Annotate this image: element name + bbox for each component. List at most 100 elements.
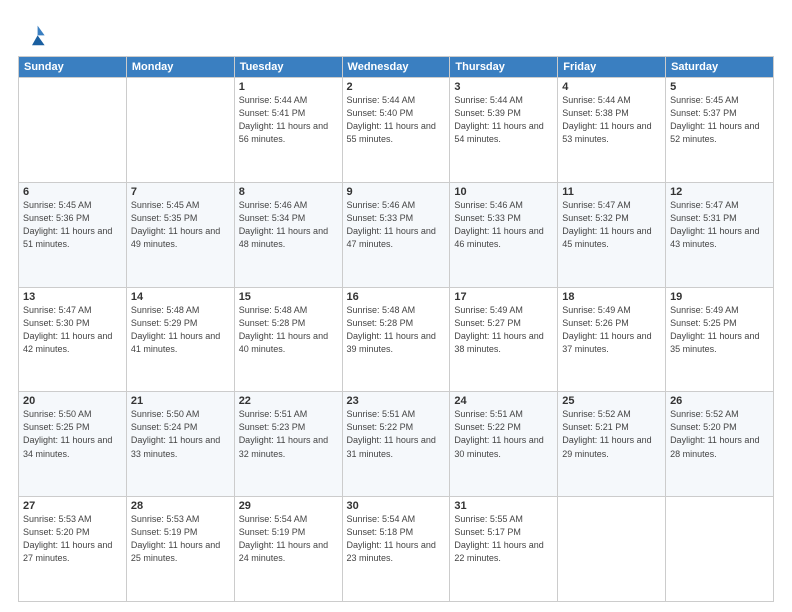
- day-info: Sunrise: 5:51 AM Sunset: 5:23 PM Dayligh…: [239, 408, 338, 460]
- logo-icon: [18, 20, 46, 48]
- day-info: Sunrise: 5:46 AM Sunset: 5:33 PM Dayligh…: [454, 199, 553, 251]
- day-info: Sunrise: 5:47 AM Sunset: 5:32 PM Dayligh…: [562, 199, 661, 251]
- day-info: Sunrise: 5:49 AM Sunset: 5:25 PM Dayligh…: [670, 304, 769, 356]
- calendar-cell: 16Sunrise: 5:48 AM Sunset: 5:28 PM Dayli…: [342, 287, 450, 392]
- calendar-cell: 10Sunrise: 5:46 AM Sunset: 5:33 PM Dayli…: [450, 182, 558, 287]
- page: SundayMondayTuesdayWednesdayThursdayFrid…: [0, 0, 792, 612]
- calendar-cell: 17Sunrise: 5:49 AM Sunset: 5:27 PM Dayli…: [450, 287, 558, 392]
- calendar-cell: [126, 78, 234, 183]
- calendar-cell: 11Sunrise: 5:47 AM Sunset: 5:32 PM Dayli…: [558, 182, 666, 287]
- calendar-week-1: 6Sunrise: 5:45 AM Sunset: 5:36 PM Daylig…: [19, 182, 774, 287]
- day-number: 5: [670, 81, 769, 93]
- day-number: 19: [670, 291, 769, 303]
- calendar-cell: 4Sunrise: 5:44 AM Sunset: 5:38 PM Daylig…: [558, 78, 666, 183]
- calendar-cell: 23Sunrise: 5:51 AM Sunset: 5:22 PM Dayli…: [342, 392, 450, 497]
- calendar-week-2: 13Sunrise: 5:47 AM Sunset: 5:30 PM Dayli…: [19, 287, 774, 392]
- day-header-monday: Monday: [126, 57, 234, 78]
- day-number: 9: [347, 186, 446, 198]
- day-info: Sunrise: 5:44 AM Sunset: 5:40 PM Dayligh…: [347, 94, 446, 146]
- day-info: Sunrise: 5:53 AM Sunset: 5:20 PM Dayligh…: [23, 513, 122, 565]
- header-row: SundayMondayTuesdayWednesdayThursdayFrid…: [19, 57, 774, 78]
- day-number: 29: [239, 500, 338, 512]
- calendar-cell: 22Sunrise: 5:51 AM Sunset: 5:23 PM Dayli…: [234, 392, 342, 497]
- calendar-cell: 12Sunrise: 5:47 AM Sunset: 5:31 PM Dayli…: [666, 182, 774, 287]
- day-number: 3: [454, 81, 553, 93]
- calendar-cell: 9Sunrise: 5:46 AM Sunset: 5:33 PM Daylig…: [342, 182, 450, 287]
- calendar-header: SundayMondayTuesdayWednesdayThursdayFrid…: [19, 57, 774, 78]
- day-number: 16: [347, 291, 446, 303]
- day-header-saturday: Saturday: [666, 57, 774, 78]
- day-info: Sunrise: 5:48 AM Sunset: 5:28 PM Dayligh…: [239, 304, 338, 356]
- calendar-cell: 29Sunrise: 5:54 AM Sunset: 5:19 PM Dayli…: [234, 497, 342, 602]
- day-info: Sunrise: 5:47 AM Sunset: 5:30 PM Dayligh…: [23, 304, 122, 356]
- day-number: 28: [131, 500, 230, 512]
- calendar-cell: 24Sunrise: 5:51 AM Sunset: 5:22 PM Dayli…: [450, 392, 558, 497]
- calendar-cell: 27Sunrise: 5:53 AM Sunset: 5:20 PM Dayli…: [19, 497, 127, 602]
- day-number: 27: [23, 500, 122, 512]
- day-info: Sunrise: 5:51 AM Sunset: 5:22 PM Dayligh…: [347, 408, 446, 460]
- day-number: 31: [454, 500, 553, 512]
- day-info: Sunrise: 5:50 AM Sunset: 5:24 PM Dayligh…: [131, 408, 230, 460]
- calendar-cell: 31Sunrise: 5:55 AM Sunset: 5:17 PM Dayli…: [450, 497, 558, 602]
- calendar-table: SundayMondayTuesdayWednesdayThursdayFrid…: [18, 56, 774, 602]
- day-info: Sunrise: 5:54 AM Sunset: 5:18 PM Dayligh…: [347, 513, 446, 565]
- calendar-cell: 15Sunrise: 5:48 AM Sunset: 5:28 PM Dayli…: [234, 287, 342, 392]
- day-info: Sunrise: 5:47 AM Sunset: 5:31 PM Dayligh…: [670, 199, 769, 251]
- day-info: Sunrise: 5:52 AM Sunset: 5:21 PM Dayligh…: [562, 408, 661, 460]
- calendar-cell: [666, 497, 774, 602]
- day-number: 25: [562, 395, 661, 407]
- day-number: 23: [347, 395, 446, 407]
- day-info: Sunrise: 5:44 AM Sunset: 5:38 PM Dayligh…: [562, 94, 661, 146]
- day-number: 26: [670, 395, 769, 407]
- logo: [18, 20, 50, 48]
- calendar-week-3: 20Sunrise: 5:50 AM Sunset: 5:25 PM Dayli…: [19, 392, 774, 497]
- day-info: Sunrise: 5:53 AM Sunset: 5:19 PM Dayligh…: [131, 513, 230, 565]
- day-info: Sunrise: 5:49 AM Sunset: 5:26 PM Dayligh…: [562, 304, 661, 356]
- day-number: 21: [131, 395, 230, 407]
- calendar-cell: 19Sunrise: 5:49 AM Sunset: 5:25 PM Dayli…: [666, 287, 774, 392]
- calendar-cell: 21Sunrise: 5:50 AM Sunset: 5:24 PM Dayli…: [126, 392, 234, 497]
- day-header-wednesday: Wednesday: [342, 57, 450, 78]
- day-number: 24: [454, 395, 553, 407]
- calendar-cell: 5Sunrise: 5:45 AM Sunset: 5:37 PM Daylig…: [666, 78, 774, 183]
- day-number: 6: [23, 186, 122, 198]
- day-header-thursday: Thursday: [450, 57, 558, 78]
- calendar-cell: 13Sunrise: 5:47 AM Sunset: 5:30 PM Dayli…: [19, 287, 127, 392]
- day-info: Sunrise: 5:49 AM Sunset: 5:27 PM Dayligh…: [454, 304, 553, 356]
- day-info: Sunrise: 5:50 AM Sunset: 5:25 PM Dayligh…: [23, 408, 122, 460]
- calendar-week-4: 27Sunrise: 5:53 AM Sunset: 5:20 PM Dayli…: [19, 497, 774, 602]
- day-info: Sunrise: 5:51 AM Sunset: 5:22 PM Dayligh…: [454, 408, 553, 460]
- day-number: 12: [670, 186, 769, 198]
- day-number: 30: [347, 500, 446, 512]
- calendar-cell: 7Sunrise: 5:45 AM Sunset: 5:35 PM Daylig…: [126, 182, 234, 287]
- day-info: Sunrise: 5:55 AM Sunset: 5:17 PM Dayligh…: [454, 513, 553, 565]
- calendar-cell: 20Sunrise: 5:50 AM Sunset: 5:25 PM Dayli…: [19, 392, 127, 497]
- day-info: Sunrise: 5:54 AM Sunset: 5:19 PM Dayligh…: [239, 513, 338, 565]
- day-number: 4: [562, 81, 661, 93]
- day-info: Sunrise: 5:46 AM Sunset: 5:33 PM Dayligh…: [347, 199, 446, 251]
- day-info: Sunrise: 5:48 AM Sunset: 5:28 PM Dayligh…: [347, 304, 446, 356]
- calendar-cell: 3Sunrise: 5:44 AM Sunset: 5:39 PM Daylig…: [450, 78, 558, 183]
- day-number: 1: [239, 81, 338, 93]
- header: [18, 16, 774, 48]
- day-number: 10: [454, 186, 553, 198]
- day-header-friday: Friday: [558, 57, 666, 78]
- day-info: Sunrise: 5:46 AM Sunset: 5:34 PM Dayligh…: [239, 199, 338, 251]
- calendar-cell: 30Sunrise: 5:54 AM Sunset: 5:18 PM Dayli…: [342, 497, 450, 602]
- calendar-cell: 18Sunrise: 5:49 AM Sunset: 5:26 PM Dayli…: [558, 287, 666, 392]
- day-number: 20: [23, 395, 122, 407]
- day-number: 18: [562, 291, 661, 303]
- day-info: Sunrise: 5:48 AM Sunset: 5:29 PM Dayligh…: [131, 304, 230, 356]
- calendar-cell: 25Sunrise: 5:52 AM Sunset: 5:21 PM Dayli…: [558, 392, 666, 497]
- day-info: Sunrise: 5:45 AM Sunset: 5:37 PM Dayligh…: [670, 94, 769, 146]
- day-number: 17: [454, 291, 553, 303]
- day-info: Sunrise: 5:44 AM Sunset: 5:39 PM Dayligh…: [454, 94, 553, 146]
- calendar-cell: 14Sunrise: 5:48 AM Sunset: 5:29 PM Dayli…: [126, 287, 234, 392]
- day-header-tuesday: Tuesday: [234, 57, 342, 78]
- day-info: Sunrise: 5:45 AM Sunset: 5:36 PM Dayligh…: [23, 199, 122, 251]
- calendar-cell: 2Sunrise: 5:44 AM Sunset: 5:40 PM Daylig…: [342, 78, 450, 183]
- calendar-cell: 8Sunrise: 5:46 AM Sunset: 5:34 PM Daylig…: [234, 182, 342, 287]
- calendar-cell: 6Sunrise: 5:45 AM Sunset: 5:36 PM Daylig…: [19, 182, 127, 287]
- calendar-cell: [558, 497, 666, 602]
- calendar-week-0: 1Sunrise: 5:44 AM Sunset: 5:41 PM Daylig…: [19, 78, 774, 183]
